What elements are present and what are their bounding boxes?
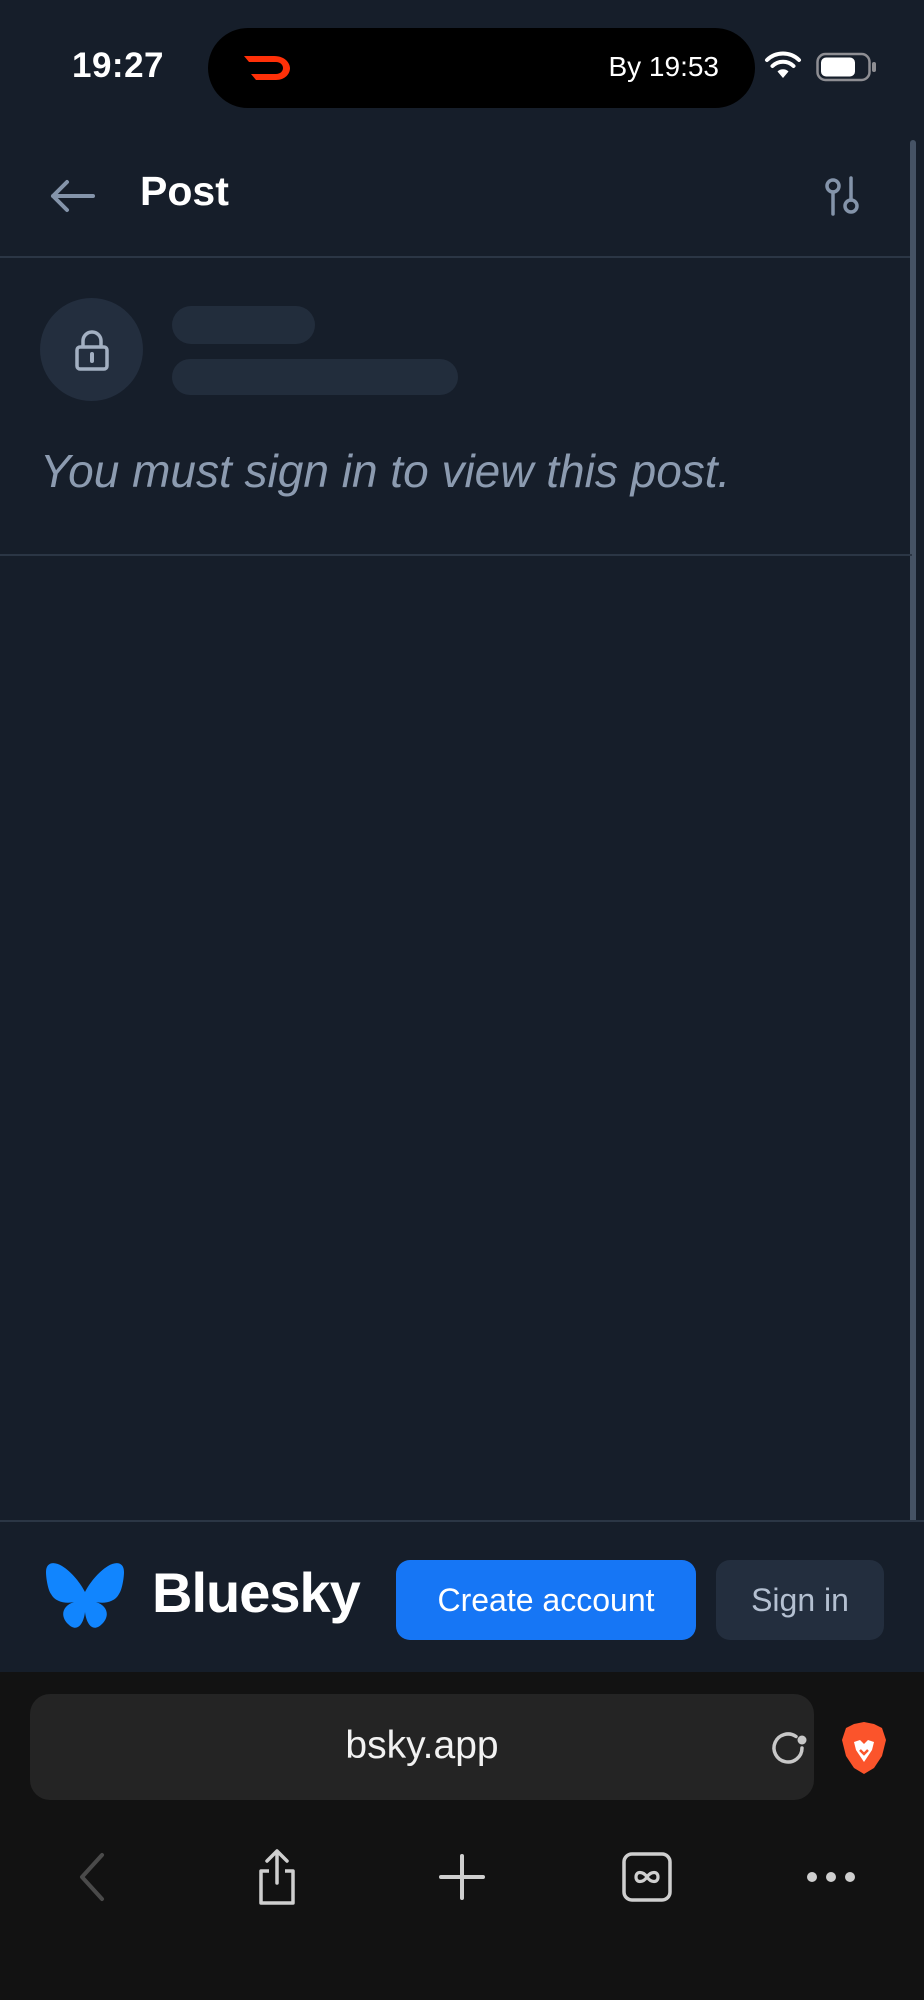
thread-settings-button[interactable] bbox=[818, 170, 868, 222]
tabs-button[interactable] bbox=[612, 1842, 682, 1912]
url-text: bsky.app bbox=[345, 1724, 499, 1767]
browser-back-button[interactable] bbox=[57, 1842, 127, 1912]
post: You must sign in to view this post. bbox=[0, 258, 912, 556]
screen: 19:27 By 19:53 Post You must sign in to … bbox=[0, 0, 924, 2000]
tabs-icon bbox=[622, 1852, 672, 1902]
sign-in-required-message: You must sign in to view this post. bbox=[40, 445, 731, 497]
skeleton-author-handle bbox=[172, 359, 458, 395]
back-chevron-icon bbox=[80, 1853, 104, 1901]
wifi-icon bbox=[765, 51, 801, 78]
back-button[interactable] bbox=[44, 170, 100, 222]
live-activity-text: By 19:53 bbox=[608, 51, 719, 82]
create-account-button[interactable]: Create account bbox=[396, 1560, 696, 1640]
doordash-icon bbox=[244, 56, 290, 80]
status-bar: 19:27 By 19:53 bbox=[0, 0, 924, 134]
butterfly-icon bbox=[46, 1563, 124, 1628]
plus-icon bbox=[439, 1854, 485, 1900]
share-button[interactable] bbox=[242, 1842, 312, 1912]
skeleton-author-name bbox=[172, 306, 315, 344]
back-arrow-icon bbox=[51, 180, 95, 212]
brave-lion-icon[interactable] bbox=[840, 1720, 888, 1776]
battery-icon bbox=[816, 52, 876, 82]
page-title: Post bbox=[140, 168, 229, 214]
new-tab-button[interactable] bbox=[427, 1842, 497, 1912]
sliders-icon bbox=[825, 176, 859, 216]
reload-icon bbox=[772, 1732, 807, 1764]
more-icon bbox=[807, 1872, 855, 1882]
share-icon bbox=[259, 1849, 295, 1905]
top-header: Post bbox=[0, 134, 912, 258]
lock-icon bbox=[74, 329, 109, 371]
avatar bbox=[40, 298, 143, 401]
more-button[interactable] bbox=[796, 1842, 866, 1912]
brand-name: Bluesky bbox=[152, 1561, 361, 1624]
logged-out-bar: Bluesky Create account Sign in bbox=[0, 1520, 924, 1672]
sign-in-button[interactable]: Sign in bbox=[716, 1560, 884, 1640]
address-bar[interactable]: bsky.app bbox=[30, 1694, 814, 1800]
browser-chrome: bsky.app bbox=[0, 1672, 924, 2000]
status-time: 19:27 bbox=[72, 46, 165, 85]
browser-toolbar bbox=[0, 1842, 924, 1942]
reload-button[interactable] bbox=[764, 1724, 812, 1772]
dynamic-island[interactable]: By 19:53 bbox=[208, 28, 755, 108]
